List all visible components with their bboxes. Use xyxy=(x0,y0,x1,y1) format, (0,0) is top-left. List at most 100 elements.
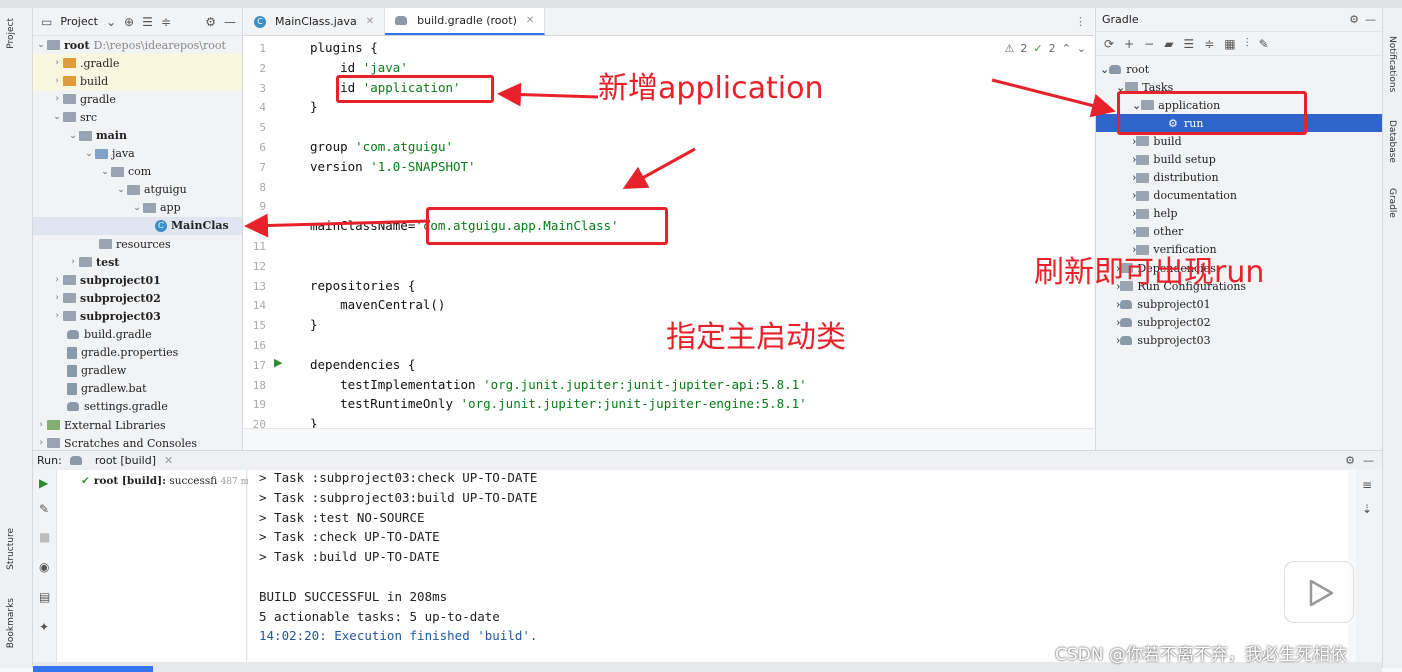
locate-icon[interactable]: ⊕ xyxy=(124,15,134,29)
run-tab[interactable]: root [build] xyxy=(95,454,156,467)
console-line: 5 actionable tasks: 5 up-to-date xyxy=(259,608,500,624)
gradle-item-subproject03[interactable]: › subproject03 xyxy=(1096,331,1382,349)
run-tree-item-root-build[interactable]: ✔ root [build]: successfi 487 ms xyxy=(81,475,254,487)
eye-icon[interactable]: ◉ xyxy=(39,560,49,574)
gear-icon[interactable]: ⚙ xyxy=(1345,454,1355,467)
minimize-icon[interactable]: — xyxy=(224,15,236,29)
expand-icon[interactable]: ≑ xyxy=(161,15,171,29)
gradle-item-help[interactable]: › help xyxy=(1096,205,1382,223)
gradle-item-distribution[interactable]: › distribution xyxy=(1096,169,1382,187)
tree-item-mainclass[interactable]: C MainClas xyxy=(33,216,242,236)
tree-item-gradle-properties[interactable]: gradle.properties xyxy=(33,344,242,362)
play-icon xyxy=(1309,579,1334,607)
tree-item-test[interactable]: › test xyxy=(33,253,242,271)
gradle-item-build-setup[interactable]: › build setup xyxy=(1096,150,1382,168)
code-text: version xyxy=(310,158,371,174)
tree-item-subproject01[interactable]: › subproject01 xyxy=(33,271,242,289)
tree-item-gradle[interactable]: › gradle xyxy=(33,90,242,108)
code-line[interactable]: testImplementation 'org.junit.jupiter:ju… xyxy=(310,375,1090,395)
annotation-refresh-run: 刷新即可出现run xyxy=(1034,255,1265,290)
tree-item-main[interactable]: ⌄ main xyxy=(33,126,242,144)
gradle-item-other[interactable]: › other xyxy=(1096,223,1382,241)
gradle-item-subproject01[interactable]: › subproject01 xyxy=(1096,295,1382,313)
run-gutter-icon[interactable]: ▶ xyxy=(274,356,282,369)
tree-item-src[interactable]: ⌄ src xyxy=(33,108,242,126)
tab-build-gradle[interactable]: build.gradle (root) ✕ xyxy=(385,8,546,35)
bookmarks-tool-label[interactable]: Bookmarks xyxy=(6,598,16,648)
database-tool-label[interactable]: Database xyxy=(1387,120,1397,163)
minimize-icon[interactable]: — xyxy=(1363,454,1374,467)
editor-horizontal-scrollbar[interactable] xyxy=(244,428,1094,450)
collapse-all-icon[interactable]: ☰ xyxy=(142,15,153,29)
run-console[interactable]: > Task :subproject03:check UP-TO-DATE > T… xyxy=(248,470,1348,662)
tree-item-subproject03[interactable]: › subproject03 xyxy=(33,307,242,325)
chevron-down-icon[interactable]: ⌄ xyxy=(106,15,116,29)
tree-item-gradlew[interactable]: gradlew xyxy=(33,362,242,380)
code-line[interactable]: testRuntimeOnly 'org.junit.jupiter:junit… xyxy=(310,394,1090,414)
tree-item-build-gradle[interactable]: build.gradle xyxy=(33,326,242,344)
gradle-item-build[interactable]: › build xyxy=(1096,132,1382,150)
tree-item-resources[interactable]: resources xyxy=(33,235,242,253)
refresh-icon[interactable]: ⟳ xyxy=(1104,37,1114,51)
minimize-icon[interactable]: — xyxy=(1365,13,1376,26)
structure-tool-label[interactable]: Structure xyxy=(6,528,16,570)
tree-item-atguigu[interactable]: ⌄ atguigu xyxy=(33,181,242,199)
tree-item-com[interactable]: ⌄ com xyxy=(33,163,242,181)
tree-item-root[interactable]: ⌄ root D:\repos\idearepos\root xyxy=(33,36,242,54)
soft-wrap-icon[interactable]: ≡ xyxy=(1362,478,1372,492)
close-icon[interactable]: ✕ xyxy=(164,454,173,467)
tree-item-build[interactable]: › build xyxy=(33,72,242,91)
rerun-icon[interactable]: ▶ xyxy=(39,476,48,490)
close-icon[interactable]: ✕ xyxy=(526,15,534,26)
project-panel-title[interactable]: Project xyxy=(60,15,98,28)
gradle-item-documentation[interactable]: › documentation xyxy=(1096,187,1382,205)
execute-task-icon[interactable]: ▰ xyxy=(1164,37,1173,51)
pin-icon[interactable]: ✦ xyxy=(39,620,49,634)
tree-item-external-libraries[interactable]: › External Libraries xyxy=(33,416,242,434)
code-line[interactable] xyxy=(310,256,1090,276)
gradle-tool-label[interactable]: Gradle xyxy=(1387,188,1397,218)
tree-item-java[interactable]: ⌄ java xyxy=(33,145,242,163)
project-tool-label[interactable]: Project xyxy=(6,18,16,49)
expand-all-icon[interactable]: ☰ xyxy=(1183,37,1194,51)
code-line[interactable]: group 'com.atguigu' xyxy=(310,137,1090,157)
close-icon[interactable]: ✕ xyxy=(366,16,374,27)
line-number: 17 xyxy=(252,358,266,372)
code-line[interactable]: plugins { xyxy=(310,38,1090,58)
project-panel: ▭ Project ⌄ ⊕ ☰ ≑ ⚙ — ⌄ root D:\repos\idea… xyxy=(33,8,243,450)
tree-item-settings-gradle[interactable]: settings.gradle xyxy=(33,398,242,416)
code-line[interactable] xyxy=(310,177,1090,197)
code-line[interactable]: dependencies { xyxy=(310,355,1090,375)
notifications-tool-label[interactable]: Notifications xyxy=(1387,36,1397,92)
line-number: 8 xyxy=(259,180,266,194)
collapse-all-icon[interactable]: ≑ xyxy=(1204,37,1214,51)
tree-item-subproject02[interactable]: › subproject02 xyxy=(33,289,242,307)
wrench-icon[interactable]: ✎ xyxy=(39,502,49,516)
remove-icon[interactable]: − xyxy=(1144,37,1154,51)
code-line[interactable] xyxy=(310,117,1090,137)
gear-icon[interactable]: ⚙ xyxy=(205,15,216,29)
tree-item-scratches[interactable]: › Scratches and Consoles xyxy=(33,434,242,450)
scroll-to-end-icon[interactable]: ⇣ xyxy=(1362,502,1372,516)
tree-item-app[interactable]: ⌄ app xyxy=(33,199,242,217)
tree-item-gradle-dir[interactable]: › .gradle xyxy=(33,54,242,73)
code-line[interactable]: version '1.0-SNAPSHOT' xyxy=(310,157,1090,177)
tree-item-gradlew-bat[interactable]: gradlew.bat xyxy=(33,380,242,398)
line-number: 6 xyxy=(259,141,266,154)
tab-options-icon[interactable]: ⋮ xyxy=(1075,8,1094,35)
wrench-icon[interactable]: ✎ xyxy=(1259,37,1269,51)
layout-icon[interactable]: ▤ xyxy=(39,590,50,604)
gradle-panel: Gradle ⚙ — ⟳ + − ▰ ☰ ≑ ▦ ⫶ ✎ ⌄ root ⌄ Task… xyxy=(1095,8,1382,450)
video-play-button[interactable] xyxy=(1284,561,1354,623)
gradle-item-subproject02[interactable]: › subproject02 xyxy=(1096,313,1382,331)
gear-icon[interactable]: ⚙ xyxy=(1349,13,1359,26)
stop-icon[interactable]: ■ xyxy=(39,530,50,544)
offline-icon[interactable]: ⫶ xyxy=(1246,36,1249,51)
code-line[interactable]: repositories { xyxy=(310,276,1090,296)
tab-mainclass-java[interactable]: C MainClass.java ✕ xyxy=(244,8,386,35)
code-line[interactable]: } xyxy=(310,414,1090,428)
group-icon[interactable]: ▦ xyxy=(1224,37,1235,51)
gradle-item-root[interactable]: ⌄ root xyxy=(1096,60,1382,78)
add-icon[interactable]: + xyxy=(1124,37,1134,51)
code-text: id xyxy=(310,59,363,75)
